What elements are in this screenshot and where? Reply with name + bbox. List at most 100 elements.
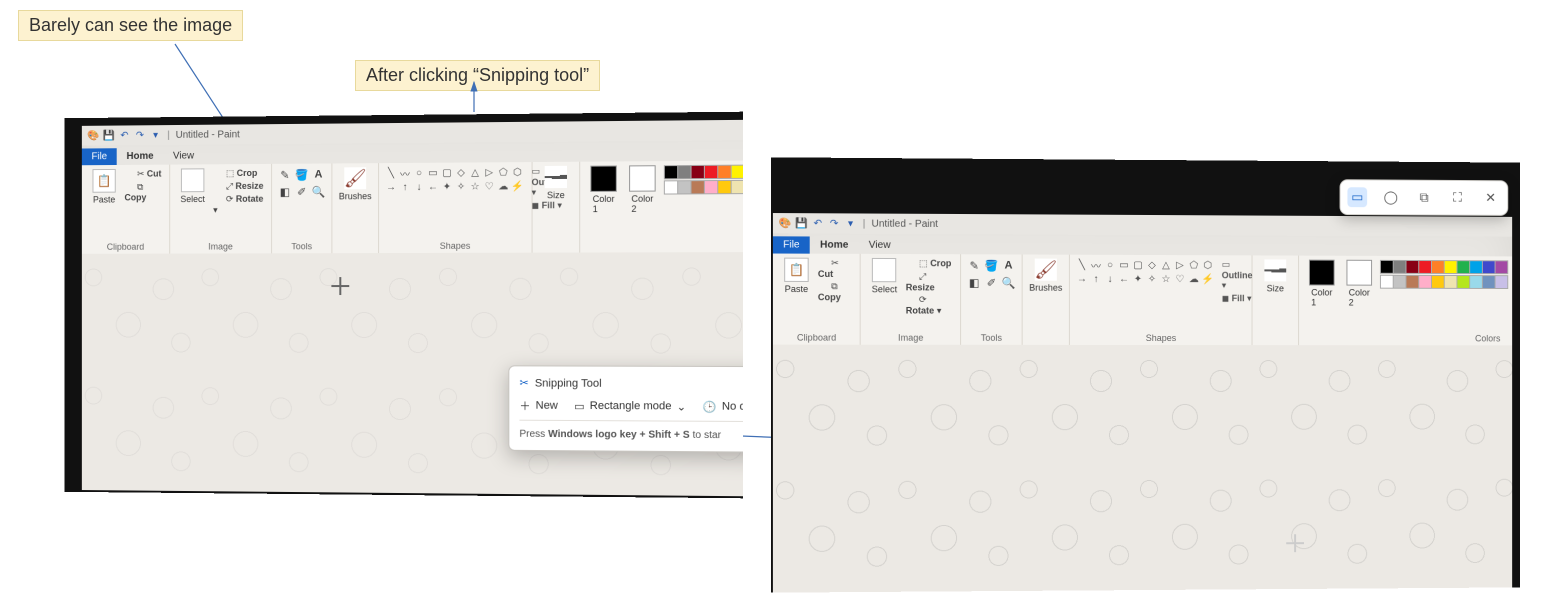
color-swatch[interactable]: [691, 165, 705, 179]
crop-button[interactable]: ⬚ Crop: [906, 258, 954, 269]
color-swatch[interactable]: [1495, 260, 1509, 274]
snip-rect-icon[interactable]: ▭: [1347, 187, 1367, 207]
tab-home[interactable]: Home: [810, 236, 859, 253]
magnifier-icon[interactable]: 🔍: [1001, 276, 1015, 290]
callout-left: Barely can see the image: [18, 10, 243, 41]
color-swatch[interactable]: [1482, 275, 1496, 289]
snip-close-icon[interactable]: ✕: [1481, 188, 1501, 208]
undo-icon[interactable]: ↶: [119, 129, 131, 141]
color-swatch[interactable]: [1380, 260, 1394, 274]
qat-dropdown-icon[interactable]: ▾: [150, 129, 162, 141]
cut-button[interactable]: ✂ Cut: [818, 258, 854, 279]
undo-icon[interactable]: ↶: [812, 217, 824, 229]
tab-home[interactable]: Home: [117, 148, 163, 165]
color-swatch[interactable]: [717, 165, 731, 179]
color-swatch[interactable]: [1380, 275, 1394, 289]
bucket-icon[interactable]: 🪣: [295, 168, 309, 182]
color-swatch[interactable]: [1393, 275, 1407, 289]
brushes-button[interactable]: 🖌Brushes: [1029, 259, 1063, 293]
resize-button[interactable]: ⤢ Resize: [906, 271, 954, 292]
save-icon[interactable]: 💾: [795, 217, 807, 229]
tab-view[interactable]: View: [859, 237, 901, 254]
color-swatch[interactable]: [1444, 260, 1458, 274]
crop-button[interactable]: ⬚ Crop: [213, 168, 265, 179]
tab-file[interactable]: File: [773, 236, 810, 253]
pencil-icon[interactable]: ✎: [278, 168, 292, 182]
brushes-button[interactable]: 🖌 Brushes: [338, 167, 372, 201]
snip-mode-button[interactable]: ▭Rectangle mode ⌄: [574, 399, 686, 413]
eraser-icon[interactable]: ◧: [278, 185, 292, 199]
shapes-gallery[interactable]: ╲〰○▭▢◇△▷⬠⬡ →↑↓←✦✧☆♡☁⚡: [1076, 259, 1214, 285]
group-shapes: ╲〰○▭▢◇△▷⬠⬡ →↑↓←✦✧☆♡☁⚡ ▭ Outline ▾ ◼ Fill…: [1070, 255, 1253, 345]
size-button[interactable]: Size: [539, 166, 573, 200]
canvas-area[interactable]: [773, 345, 1512, 593]
color-swatch[interactable]: [1405, 275, 1419, 289]
color-swatch[interactable]: [1482, 260, 1496, 274]
snip-new-button[interactable]: ＋New: [519, 398, 557, 414]
color-swatch[interactable]: [691, 180, 705, 194]
bucket-icon[interactable]: 🪣: [984, 258, 998, 272]
color-swatch[interactable]: [677, 180, 691, 194]
snip-delay-button[interactable]: 🕒No del: [703, 400, 743, 413]
color-swatch[interactable]: [1456, 275, 1470, 289]
snip-freeform-icon[interactable]: ◯: [1381, 187, 1401, 207]
color-swatch[interactable]: [1393, 260, 1407, 274]
rotate-button[interactable]: ⟳ Rotate ▾: [213, 194, 265, 216]
color-swatch[interactable]: [664, 165, 678, 179]
redo-icon[interactable]: ↷: [134, 129, 146, 141]
color-swatch[interactable]: [731, 180, 743, 194]
copy-button[interactable]: ⧉ Copy: [124, 181, 163, 202]
color-swatch[interactable]: [1418, 275, 1432, 289]
copy-button[interactable]: ⧉ Copy: [818, 281, 854, 302]
color-palette[interactable]: [664, 164, 743, 194]
redo-icon[interactable]: ↷: [828, 217, 840, 229]
tab-view[interactable]: View: [163, 148, 204, 165]
rotate-button[interactable]: ⟳ Rotate ▾: [906, 294, 954, 316]
outline-button[interactable]: ▭ Outline ▾: [1222, 259, 1253, 291]
color2-button[interactable]: Color 2: [1343, 260, 1376, 308]
picker-icon[interactable]: ✐: [984, 275, 998, 289]
picker-icon[interactable]: ✐: [295, 185, 309, 199]
color-palette[interactable]: [1380, 260, 1506, 289]
fill-button[interactable]: ◼ Fill ▾: [1222, 293, 1253, 304]
group-brushes: 🖌 Brushes: [332, 163, 379, 253]
magnifier-icon[interactable]: 🔍: [312, 184, 326, 198]
size-label-btn: Size: [547, 190, 565, 200]
color-swatch[interactable]: [1405, 260, 1419, 274]
color-swatch[interactable]: [704, 180, 718, 194]
color-swatch[interactable]: [1469, 275, 1483, 289]
color-swatch[interactable]: [1495, 275, 1509, 289]
color-swatch[interactable]: [1431, 260, 1445, 274]
color2-button[interactable]: Color 2: [625, 165, 660, 214]
select-button[interactable]: Select: [867, 258, 902, 294]
paste-button[interactable]: 📋Paste: [779, 258, 814, 295]
color-swatch[interactable]: [1469, 260, 1483, 274]
pencil-icon[interactable]: ✎: [967, 258, 981, 272]
color-swatch[interactable]: [664, 180, 678, 194]
paste-button[interactable]: 📋 Paste: [88, 169, 121, 205]
color1-button[interactable]: Color 1: [586, 165, 621, 214]
color-swatch[interactable]: [717, 180, 731, 194]
cut-button[interactable]: ✂ Cut: [124, 169, 163, 180]
color-swatch[interactable]: [1418, 260, 1432, 274]
color-swatch[interactable]: [1456, 260, 1470, 274]
color-swatch[interactable]: [677, 165, 691, 179]
color-swatch[interactable]: [1444, 275, 1458, 289]
eraser-icon[interactable]: ◧: [967, 275, 981, 289]
photo-left: 🎨 💾 ↶ ↷ ▾ | Untitled - Paint File Home V…: [64, 112, 743, 499]
tab-file[interactable]: File: [82, 148, 117, 165]
resize-button[interactable]: ⤢ Resize: [213, 181, 265, 192]
text-icon[interactable]: A: [1001, 258, 1015, 272]
shapes-gallery[interactable]: ╲〰○▭▢◇△▷⬠⬡ →↑↓←✦✧☆♡☁⚡: [385, 166, 523, 193]
color-swatch[interactable]: [1431, 275, 1445, 289]
select-button[interactable]: Select: [176, 168, 209, 204]
color-swatch[interactable]: [704, 165, 718, 179]
color-swatch[interactable]: [731, 165, 743, 179]
color1-button[interactable]: Color 1: [1305, 260, 1339, 308]
text-icon[interactable]: A: [312, 168, 326, 182]
snip-fullscreen-icon[interactable]: ⛶: [1448, 188, 1468, 208]
save-icon[interactable]: 💾: [103, 130, 115, 142]
qat-dropdown-icon[interactable]: ▾: [844, 217, 856, 229]
snip-window-icon[interactable]: ⧉: [1414, 188, 1434, 208]
size-button[interactable]: Size: [1258, 259, 1292, 293]
